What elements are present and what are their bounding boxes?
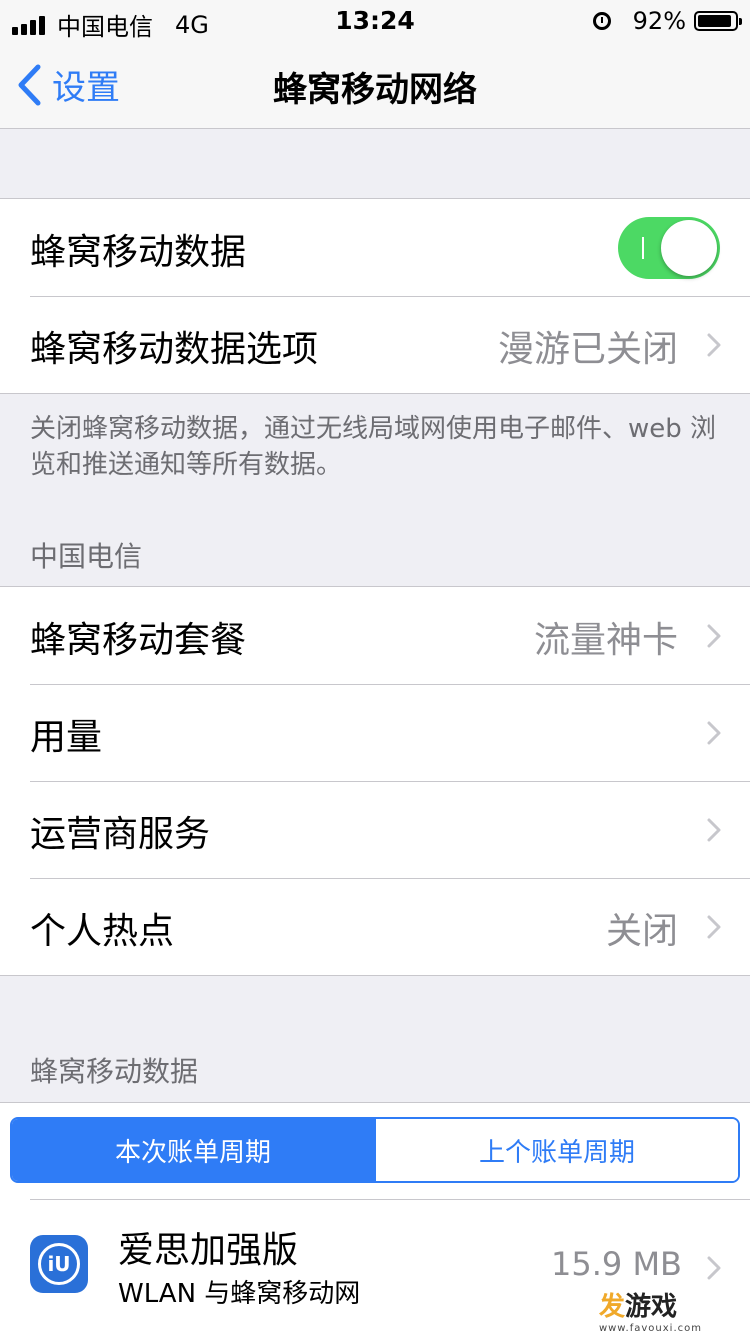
navigation-bar: 设置 蜂窝移动网络 xyxy=(0,40,750,129)
cellular-data-footer-note: 关闭蜂窝移动数据，通过无线局域网使用电子邮件、web 浏览和推送通知等所有数据。 xyxy=(30,414,717,480)
carrier-section-header: 中国电信 xyxy=(30,540,143,573)
personal-hotspot-label: 个人热点 xyxy=(30,911,175,952)
segment-current-period[interactable]: 本次账单周期 xyxy=(12,1119,374,1181)
toggle-knob xyxy=(661,220,717,276)
battery-fill xyxy=(698,15,732,27)
app-network-type: WLAN 与蜂窝移动网 xyxy=(118,1279,361,1309)
watermark-brand-first: 发 xyxy=(598,1292,625,1322)
app-name: 爱思加强版 xyxy=(118,1230,299,1271)
app-icon-logo: iU xyxy=(38,1243,80,1285)
app-icon: iU xyxy=(30,1235,88,1293)
cellular-data-label: 蜂窝移动数据 xyxy=(30,232,247,273)
cellular-data-toggle[interactable] xyxy=(618,217,720,279)
chevron-right-icon xyxy=(707,624,721,648)
cellular-plan-value: 流量神卡 xyxy=(533,620,678,661)
status-right: 92% xyxy=(592,7,742,35)
cellular-data-row: 蜂窝移动数据 xyxy=(0,199,750,296)
personal-hotspot-row[interactable]: 个人热点 关闭 xyxy=(0,878,750,975)
usage-section-header: 蜂窝移动数据 xyxy=(30,1055,199,1088)
toggle-on-mark xyxy=(642,237,644,259)
chevron-right-icon xyxy=(707,333,721,357)
page-title: 蜂窝移动网络 xyxy=(273,70,477,110)
cellular-data-group: 蜂窝移动数据 蜂窝移动数据选项 漫游已关闭 xyxy=(0,198,750,394)
alarm-icon xyxy=(592,12,611,30)
battery-icon xyxy=(694,11,742,31)
status-bar: 中国电信 4G 13:24 92% xyxy=(0,0,750,41)
carrier-group: 蜂窝移动套餐 流量神卡 用量 运营商服务 个人热点 关闭 xyxy=(0,586,750,976)
chevron-right-icon xyxy=(707,1256,721,1280)
cellular-data-options-label: 蜂窝移动数据选项 xyxy=(30,329,319,370)
cellular-data-options-row[interactable]: 蜂窝移动数据选项 漫游已关闭 xyxy=(0,296,750,393)
carrier-services-label: 运营商服务 xyxy=(30,814,211,855)
watermark-brand-rest: 游戏 xyxy=(624,1292,677,1322)
cellular-plan-row[interactable]: 蜂窝移动套餐 流量神卡 xyxy=(0,587,750,684)
carrier-services-row[interactable]: 运营商服务 xyxy=(0,781,750,878)
watermark-logo: 发游戏 www.favouxi.com xyxy=(599,1286,702,1334)
watermark-brand: 发游戏 xyxy=(599,1286,677,1323)
roaming-status: 漫游已关闭 xyxy=(497,329,678,370)
chevron-right-icon xyxy=(707,721,721,745)
chevron-right-icon xyxy=(707,915,721,939)
billing-period-segmented-control: 本次账单周期 上个账单周期 xyxy=(10,1117,740,1183)
divider xyxy=(30,1199,750,1200)
chevron-right-icon xyxy=(707,818,721,842)
usage-label: 用量 xyxy=(30,717,103,758)
watermark-url: www.favouxi.com xyxy=(598,1323,702,1334)
segment-last-period[interactable]: 上个账单周期 xyxy=(374,1119,738,1181)
cellular-plan-label: 蜂窝移动套餐 xyxy=(30,620,247,661)
app-data-size: 15.9 MB xyxy=(551,1245,682,1283)
personal-hotspot-status: 关闭 xyxy=(605,911,678,952)
usage-row[interactable]: 用量 xyxy=(0,684,750,781)
battery-percent: 92% xyxy=(632,7,686,35)
